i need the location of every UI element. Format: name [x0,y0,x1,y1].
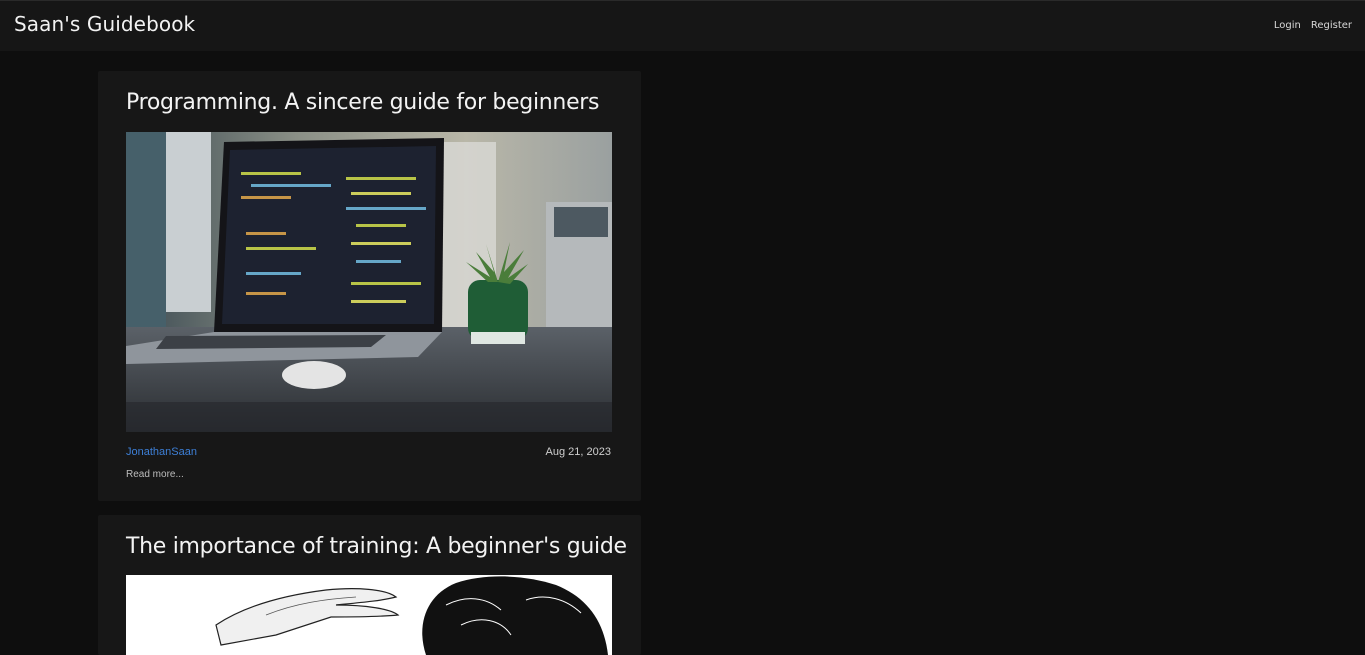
post-image[interactable] [126,575,612,655]
post-author-link[interactable]: JonathanSaan [126,446,197,458]
auth-links: Login Register [1274,20,1352,31]
post-title[interactable]: The importance of training: A beginner's… [126,534,627,559]
top-navbar: Saan's Guidebook Login Register [0,0,1365,51]
post-image[interactable] [126,132,612,432]
post-card: Programming. A sincere guide for beginne… [98,71,641,501]
laptop-photo [126,132,612,432]
register-link[interactable]: Register [1311,20,1352,31]
post-date: Aug 21, 2023 [545,446,611,458]
training-illustration [126,575,612,655]
site-brand[interactable]: Saan's Guidebook [14,12,195,36]
post-card: The importance of training: A beginner's… [98,515,641,655]
read-more-link[interactable]: Read more... [126,469,184,480]
post-title[interactable]: Programming. A sincere guide for beginne… [126,90,600,115]
login-link[interactable]: Login [1274,20,1301,31]
